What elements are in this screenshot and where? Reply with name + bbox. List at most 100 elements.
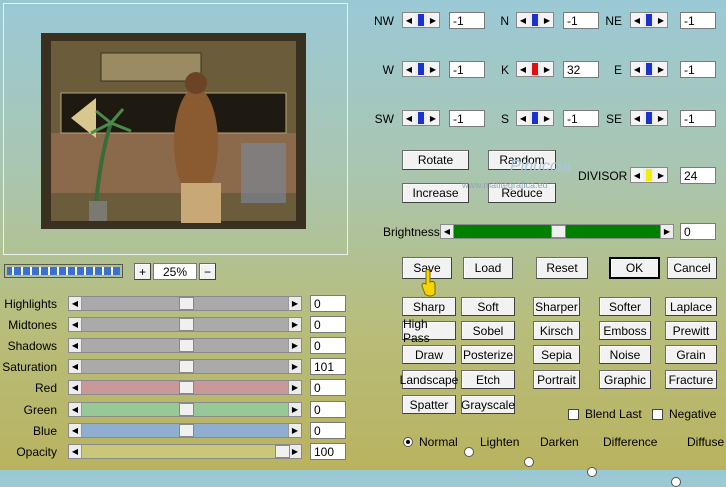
arrow-left-icon[interactable]: ◀ — [403, 13, 415, 27]
slider-track[interactable] — [82, 297, 288, 310]
slider-midtones[interactable]: ◀ ▶ — [68, 317, 302, 332]
compass-spin-w[interactable]: ◀ ▶ — [402, 61, 440, 77]
compass-field-ne[interactable]: -1 — [680, 12, 716, 29]
compass-spin-sw[interactable]: ◀ ▶ — [402, 110, 440, 126]
negative-checkbox[interactable] — [652, 409, 663, 420]
compass-spin-se[interactable]: ◀ ▶ — [630, 110, 668, 126]
brightness-slider[interactable]: ◀ ▶ — [440, 224, 674, 239]
arrow-right-icon[interactable]: ▶ — [541, 62, 553, 76]
zoom-in-button[interactable]: + — [134, 263, 151, 280]
preset-softer-button[interactable]: Softer — [599, 297, 651, 316]
arrow-right-icon[interactable]: ▶ — [655, 13, 667, 27]
slider-thumb[interactable] — [179, 360, 194, 373]
mode-lighten-radio[interactable] — [464, 447, 474, 457]
compass-field-nw[interactable]: -1 — [449, 12, 485, 29]
preset-grain-button[interactable]: Grain — [665, 345, 717, 364]
arrow-right-icon[interactable]: ▶ — [541, 13, 553, 27]
arrow-left-icon[interactable]: ◀ — [631, 62, 643, 76]
arrow-left-icon[interactable]: ◀ — [69, 360, 82, 373]
zoom-level[interactable]: 25% — [153, 263, 197, 280]
slider-value-field[interactable]: 0 — [310, 422, 346, 439]
compass-field-n[interactable]: -1 — [563, 12, 599, 29]
slider-track[interactable] — [82, 339, 288, 352]
compass-spin-nw[interactable]: ◀ ▶ — [402, 12, 440, 28]
arrow-left-icon[interactable]: ◀ — [517, 62, 529, 76]
arrow-left-icon[interactable]: ◀ — [69, 424, 82, 437]
preset-high-pass-button[interactable]: High Pass — [402, 317, 456, 345]
arrow-right-icon[interactable]: ▶ — [288, 403, 301, 416]
arrow-left-icon[interactable]: ◀ — [631, 111, 643, 125]
arrow-right-icon[interactable]: ▶ — [288, 424, 301, 437]
preset-sharper-button[interactable]: Sharper — [533, 297, 580, 316]
slider-green[interactable]: ◀ ▶ — [68, 402, 302, 417]
mode-difference-radio[interactable] — [587, 467, 597, 477]
arrow-left-icon[interactable]: ◀ — [69, 445, 82, 458]
arrow-right-icon[interactable]: ▶ — [541, 111, 553, 125]
preset-emboss-button[interactable]: Emboss — [599, 321, 651, 340]
arrow-right-icon[interactable]: ▶ — [655, 111, 667, 125]
preset-sepia-button[interactable]: Sepia — [533, 345, 580, 364]
slider-opacity[interactable]: ◀ ▶ — [68, 444, 302, 459]
compass-field-sw[interactable]: -1 — [449, 110, 485, 127]
preset-grayscale-button[interactable]: Grayscale — [461, 395, 515, 414]
divisor-spin[interactable]: ◀ ▶ — [630, 167, 668, 183]
arrow-left-icon[interactable]: ◀ — [69, 318, 82, 331]
rotate-button[interactable]: Rotate — [402, 150, 469, 170]
preset-laplace-button[interactable]: Laplace — [665, 297, 717, 316]
slider-thumb[interactable] — [275, 445, 290, 458]
slider-value-field[interactable]: 0 — [310, 316, 346, 333]
brightness-thumb[interactable] — [551, 225, 566, 238]
slider-shadows[interactable]: ◀ ▶ — [68, 338, 302, 353]
preset-portrait-button[interactable]: Portrait — [533, 370, 580, 389]
arrow-right-icon[interactable]: ▶ — [288, 318, 301, 331]
preset-prewitt-button[interactable]: Prewitt — [665, 321, 717, 340]
preset-graphic-button[interactable]: Graphic — [599, 370, 651, 389]
slider-value-field[interactable]: 0 — [310, 401, 346, 418]
arrow-left-icon[interactable]: ◀ — [69, 297, 82, 310]
arrow-right-icon[interactable]: ▶ — [288, 297, 301, 310]
arrow-left-icon[interactable]: ◀ — [631, 13, 643, 27]
arrow-left-icon[interactable]: ◀ — [631, 168, 643, 182]
preset-sobel-button[interactable]: Sobel — [461, 321, 515, 340]
zoom-out-button[interactable]: − — [199, 263, 216, 280]
slider-track[interactable] — [82, 424, 288, 437]
arrow-left-icon[interactable]: ◀ — [403, 62, 415, 76]
preset-sharp-button[interactable]: Sharp — [402, 297, 456, 316]
arrow-right-icon[interactable]: ▶ — [288, 360, 301, 373]
slider-thumb[interactable] — [179, 381, 194, 394]
arrow-left-icon[interactable]: ◀ — [69, 403, 82, 416]
compass-field-se[interactable]: -1 — [680, 110, 716, 127]
arrow-right-icon[interactable]: ▶ — [288, 381, 301, 394]
blend-last-checkbox[interactable] — [568, 409, 579, 420]
brightness-field[interactable]: 0 — [680, 223, 716, 240]
arrow-left-icon[interactable]: ◀ — [517, 13, 529, 27]
mode-darken-radio[interactable] — [524, 457, 534, 467]
slider-thumb[interactable] — [179, 318, 194, 331]
preset-soft-button[interactable]: Soft — [461, 297, 515, 316]
arrow-left-icon[interactable]: ◀ — [403, 111, 415, 125]
cancel-button[interactable]: Cancel — [667, 257, 717, 279]
preset-spatter-button[interactable]: Spatter — [402, 395, 456, 414]
slider-highlights[interactable]: ◀ ▶ — [68, 296, 302, 311]
arrow-right-icon[interactable]: ▶ — [655, 62, 667, 76]
increase-button[interactable]: Increase — [402, 183, 469, 203]
compass-spin-ne[interactable]: ◀ ▶ — [630, 12, 668, 28]
arrow-right-icon[interactable]: ▶ — [427, 13, 439, 27]
slider-value-field[interactable]: 101 — [310, 358, 346, 375]
preset-noise-button[interactable]: Noise — [599, 345, 651, 364]
preset-posterize-button[interactable]: Posterize — [461, 345, 515, 364]
slider-thumb[interactable] — [179, 424, 194, 437]
preset-etch-button[interactable]: Etch — [461, 370, 515, 389]
slider-value-field[interactable]: 100 — [310, 443, 346, 460]
compass-field-w[interactable]: -1 — [449, 61, 485, 78]
mode-normal-radio[interactable] — [403, 437, 413, 447]
slider-value-field[interactable]: 0 — [310, 379, 346, 396]
slider-thumb[interactable] — [179, 297, 194, 310]
slider-value-field[interactable]: 0 — [310, 295, 346, 312]
compass-spin-s[interactable]: ◀ ▶ — [516, 110, 554, 126]
mode-diffuse-radio[interactable] — [671, 477, 681, 487]
reset-button[interactable]: Reset — [536, 257, 588, 279]
slider-red[interactable]: ◀ ▶ — [68, 380, 302, 395]
compass-spin-n[interactable]: ◀ ▶ — [516, 12, 554, 28]
arrow-left-icon[interactable]: ◀ — [69, 339, 82, 352]
